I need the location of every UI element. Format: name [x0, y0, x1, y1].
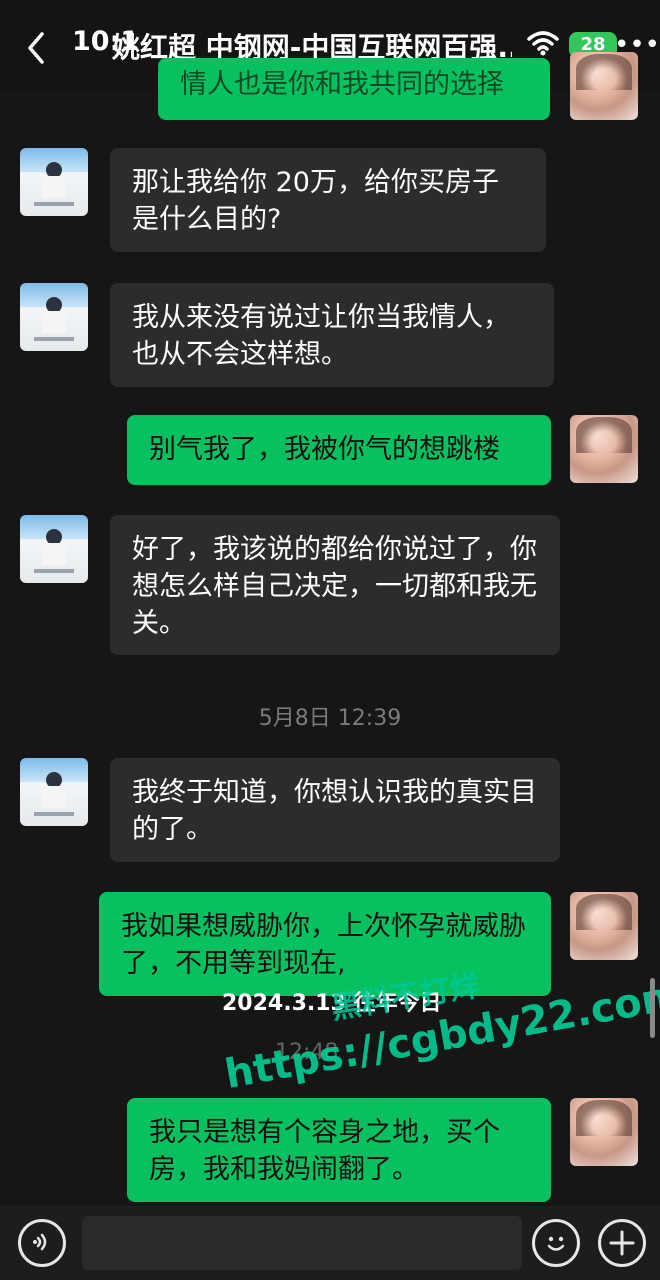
scrollbar[interactable] [650, 978, 655, 1038]
my-avatar[interactable] [570, 415, 638, 483]
message-text: 我只是想有个容身之地，买个房，我和我妈闹翻了。 [149, 1117, 500, 1185]
input-bar [0, 1206, 660, 1280]
message-bubble-incoming[interactable]: 好了，我该说的都给你说过了，你想怎么样自己决定，一切都和我无关。 [110, 515, 560, 655]
message-text: 我从来没有说过让你当我情人，也从不会这样想。 [132, 302, 510, 370]
message-bubble-outgoing[interactable]: 我只是想有个容身之地，买个房，我和我妈闹翻了。 [127, 1098, 551, 1202]
message-text: 情人也是你和我共同的选择 [180, 69, 504, 100]
message-text: 我终于知道，你想认识我的真实目的了。 [132, 777, 537, 845]
back-chevron-icon[interactable] [22, 28, 52, 68]
message-bubble-incoming[interactable]: 我终于知道，你想认识我的真实目的了。 [110, 758, 560, 862]
message-text: 好了，我该说的都给你说过了，你想怎么样自己决定，一切都和我无关。 [132, 534, 537, 639]
message-bubble-incoming[interactable]: 我从来没有说过让你当我情人，也从不会这样想。 [110, 283, 554, 387]
message-bubble-outgoing[interactable]: 我如果想威胁你，上次怀孕就威胁了，不用等到现在, [99, 892, 551, 996]
message-bubble-outgoing[interactable]: 别气我了，我被你气的想跳楼 [127, 415, 551, 485]
message-input[interactable] [82, 1216, 522, 1270]
message-bubble-incoming[interactable]: 那让我给你 20万，给你买房子是什么目的? [110, 148, 546, 252]
message-bubble-outgoing[interactable]: 情人也是你和我共同的选择 [158, 58, 550, 120]
wifi-icon [527, 31, 559, 56]
contact-avatar[interactable] [20, 283, 88, 351]
chat-screen: 10:1 姚红超 中钢网-中国互联网百强... 28 ••• 情人也是你和我共同… [0, 0, 660, 1280]
contact-avatar[interactable] [20, 148, 88, 216]
plus-icon[interactable] [598, 1219, 646, 1267]
emoji-icon[interactable] [532, 1219, 580, 1267]
message-text: 那让我给你 20万，给你买房子是什么目的? [132, 167, 499, 235]
my-avatar[interactable] [570, 892, 638, 960]
message-text: 别气我了，我被你气的想跳楼 [149, 434, 500, 465]
contact-avatar[interactable] [20, 515, 88, 583]
my-avatar[interactable] [570, 1098, 638, 1166]
voice-icon[interactable] [18, 1219, 66, 1267]
chat-timestamp: 5月8日 12:39 [258, 706, 402, 731]
contact-avatar[interactable] [20, 758, 88, 826]
my-avatar[interactable] [570, 52, 638, 120]
